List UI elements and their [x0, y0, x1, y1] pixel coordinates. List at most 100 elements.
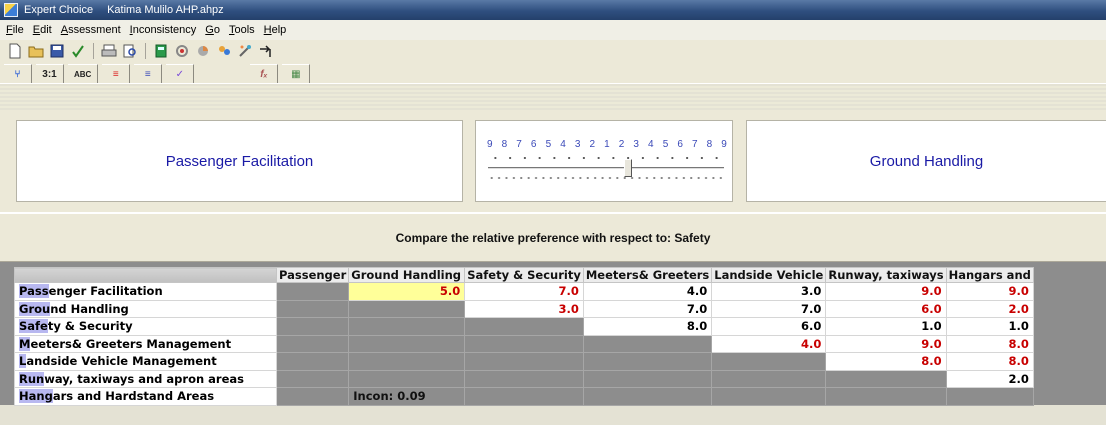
matrix-cell[interactable] — [582, 334, 713, 353]
row-label[interactable]: Ground Handling — [14, 299, 277, 318]
row-label[interactable]: Landside Vehicle Management — [14, 352, 277, 371]
matrix-cell[interactable]: 6.0 — [825, 299, 947, 318]
matrix-cell[interactable] — [275, 282, 350, 301]
tree-view-tab[interactable]: ⑂ — [4, 64, 32, 83]
matrix-cell[interactable]: 9.0 — [825, 282, 947, 301]
column-header[interactable]: Passenger — [275, 267, 350, 283]
column-header[interactable]: Safety & Security — [464, 267, 584, 283]
wizard-icon[interactable] — [236, 42, 254, 60]
matrix-cell[interactable] — [275, 334, 350, 353]
matrix-cell[interactable] — [464, 317, 584, 336]
menu-assessment[interactable]: Assessment — [61, 24, 121, 36]
row-label[interactable]: Safety & Security — [14, 317, 277, 336]
matrix-cell[interactable]: 4.0 — [582, 282, 713, 301]
matrix-cell[interactable]: 4.0 — [711, 334, 827, 353]
matrix-cell[interactable] — [464, 334, 584, 353]
matrix-cell[interactable] — [348, 317, 466, 336]
scale-number: 4 — [648, 139, 654, 150]
matrix-cell[interactable]: 2.0 — [945, 299, 1034, 318]
left-element-box[interactable]: Passenger Facilitation — [16, 120, 463, 202]
matrix-cell[interactable]: 8.0 — [825, 352, 947, 371]
matrix-cell[interactable] — [275, 317, 350, 336]
matrix-cell[interactable] — [825, 387, 947, 406]
matrix-cell[interactable]: 1.0 — [945, 317, 1034, 336]
column-header[interactable]: Ground Handling — [348, 267, 466, 283]
matrix-cell[interactable] — [711, 352, 827, 371]
matrix-cell[interactable]: 8.0 — [582, 317, 713, 336]
matrix-cell[interactable] — [945, 387, 1034, 406]
expert-choice-app-icon[interactable] — [4, 3, 18, 17]
numerical-comparison-tab[interactable]: 3:1 — [36, 64, 64, 83]
comparison-scale[interactable]: 98765432123456789 — [475, 120, 733, 202]
sort-icon[interactable]: ✓ — [166, 64, 195, 83]
matrix-cell[interactable] — [275, 352, 350, 371]
scale-number: 9 — [721, 139, 727, 150]
scale-slider-thumb[interactable] — [623, 159, 632, 177]
matrix-cell[interactable]: 5.0 — [348, 282, 466, 301]
matrix-cell[interactable]: 7.0 — [582, 299, 713, 318]
toolbar-separator — [93, 43, 94, 59]
matrix-cell[interactable] — [275, 387, 350, 406]
matrix-cell[interactable]: 7.0 — [464, 282, 584, 301]
matrix-cell[interactable] — [348, 334, 466, 353]
menu-tools[interactable]: Tools — [229, 24, 255, 36]
matrix-cell[interactable] — [275, 369, 350, 388]
matrix-cell[interactable]: 9.0 — [945, 282, 1034, 301]
matrix-cell[interactable] — [464, 369, 584, 388]
open-folder-icon[interactable] — [27, 42, 45, 60]
matrix-cell[interactable]: 7.0 — [711, 299, 827, 318]
matrix-cell[interactable] — [464, 352, 584, 371]
matrix-cell[interactable]: 8.0 — [945, 352, 1034, 371]
checkmark-pen-icon[interactable] — [69, 42, 87, 60]
goto-arrow-icon[interactable] — [257, 42, 275, 60]
menu-edit[interactable]: Edit — [33, 24, 52, 36]
column-header[interactable]: Hangars and — [945, 267, 1034, 283]
column-header[interactable]: Landside Vehicle — [711, 267, 827, 283]
matrix-cell[interactable] — [582, 387, 713, 406]
matrix-cell[interactable] — [464, 387, 584, 406]
scale-track — [488, 167, 724, 169]
menu-go[interactable]: Go — [205, 24, 220, 36]
column-header[interactable]: Meeters& Greeters — [582, 267, 713, 283]
right-element-box[interactable]: Ground Handling — [746, 120, 1106, 202]
matrix-cell[interactable] — [275, 299, 350, 318]
calculator-icon[interactable] — [152, 42, 170, 60]
matrix-view-tab[interactable]: ▦ — [282, 64, 311, 83]
graphical-comparison-tab[interactable]: ≡ — [102, 64, 131, 83]
participants-icon[interactable] — [215, 42, 233, 60]
formula-tab[interactable]: fₓ — [250, 64, 279, 83]
matrix-cell[interactable] — [348, 299, 466, 318]
sensitivity-icon[interactable] — [173, 42, 191, 60]
matrix-cell[interactable] — [711, 387, 827, 406]
new-file-icon[interactable] — [6, 42, 24, 60]
matrix-cell[interactable] — [582, 369, 713, 388]
matrix-cell[interactable]: 6.0 — [711, 317, 827, 336]
row-label[interactable]: Passenger Facilitation — [14, 282, 277, 301]
verbal-comparison-tab[interactable]: ABC — [68, 64, 99, 83]
matrix-cell[interactable]: 8.0 — [945, 334, 1034, 353]
menu-inconsistency[interactable]: Inconsistency — [130, 24, 197, 36]
matrix-cell[interactable]: 9.0 — [825, 334, 947, 353]
row-label[interactable]: Meeters& Greeters Management — [14, 334, 277, 353]
matrix-cell[interactable] — [582, 352, 713, 371]
matrix-row: Ground Handling 3.0 7.0 7.0 6.0 2.0 — [14, 299, 1034, 318]
matrix-cell[interactable] — [711, 369, 827, 388]
matrix-cell[interactable]: 3.0 — [464, 299, 584, 318]
questionnaire-tab[interactable]: ≡ — [134, 64, 163, 83]
menu-file[interactable]: File — [6, 24, 24, 36]
print-preview-icon[interactable] — [121, 42, 139, 60]
matrix-cell[interactable]: 1.0 — [825, 317, 947, 336]
save-disk-icon[interactable] — [48, 42, 66, 60]
matrix-cell[interactable]: 2.0 — [945, 369, 1034, 388]
column-header[interactable]: Runway, taxiways — [825, 267, 947, 283]
matrix-cell[interactable] — [348, 369, 466, 388]
matrix-cell[interactable] — [348, 352, 466, 371]
print-icon[interactable] — [100, 42, 118, 60]
row-label[interactable]: Hangars and Hardstand Areas — [14, 387, 277, 406]
pie-chart-icon[interactable] — [194, 42, 212, 60]
menu-help[interactable]: Help — [264, 24, 287, 36]
right-element-label: Ground Handling — [869, 152, 984, 170]
matrix-cell[interactable]: 3.0 — [711, 282, 827, 301]
matrix-cell[interactable] — [825, 369, 947, 388]
row-label[interactable]: Runway, taxiways and apron areas — [14, 369, 277, 388]
